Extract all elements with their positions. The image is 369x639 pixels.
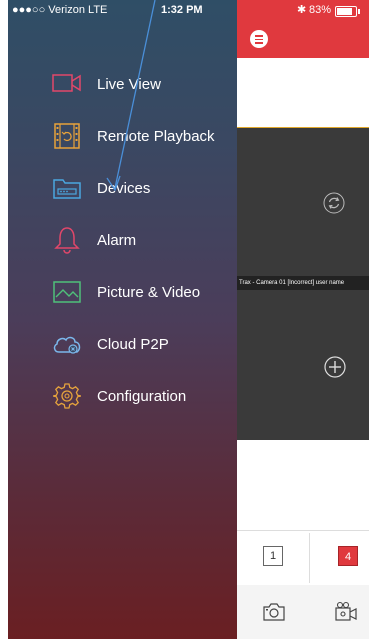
hamburger-line <box>255 42 263 44</box>
add-camera-icon[interactable] <box>324 356 346 383</box>
battery-icon <box>335 6 360 17</box>
battery-fill <box>337 8 352 15</box>
menu-item-remote-playback[interactable]: Remote Playback <box>8 110 237 162</box>
live-view-camera-icon <box>52 70 82 98</box>
single-view-button[interactable]: 1 <box>263 546 283 566</box>
menu-item-label: Picture & Video <box>97 283 201 301</box>
menu-toggle-button[interactable] <box>250 30 268 48</box>
four-view-button[interactable]: 4 <box>338 546 358 566</box>
menu-item-devices[interactable]: Devices <box>8 162 237 214</box>
camera-tile-selected[interactable] <box>237 127 369 278</box>
menu-item-live-view[interactable]: Live View <box>8 58 237 110</box>
menu-item-label: Devices <box>97 179 151 197</box>
battery-percent: 83% <box>309 4 332 16</box>
gear-icon <box>52 382 82 410</box>
clock-label: 1:32 PM <box>161 4 203 16</box>
menu-item-label: Alarm <box>97 231 137 249</box>
record-video-icon[interactable] <box>334 601 358 628</box>
hamburger-line <box>255 38 263 40</box>
menu-item-cloud-p2p[interactable]: Cloud P2P <box>8 318 237 370</box>
menu-item-alarm[interactable]: Alarm <box>8 214 237 266</box>
capture-toolbar <box>237 585 369 639</box>
bluetooth-icon: ✱ <box>297 4 307 16</box>
divider <box>309 533 310 583</box>
camera-caption: Trax - Camera 01 [Incorrect] user name <box>237 276 369 290</box>
refresh-icon[interactable] <box>323 192 345 219</box>
devices-icon <box>52 174 82 202</box>
main-view-peek[interactable]: ✱ 83% Trax - Camera 01 [Incorrect] user … <box>237 0 369 639</box>
playback-icon <box>52 122 82 150</box>
menu-item-label: Remote Playback <box>97 127 215 145</box>
battery-nub <box>358 9 360 14</box>
app-header: ✱ 83% <box>237 0 369 58</box>
menu-item-label: Configuration <box>97 387 187 405</box>
menu-item-configuration[interactable]: Configuration <box>8 370 237 422</box>
status-bar-right: ✱ 83% <box>237 0 369 20</box>
status-bar-left: ●●●○○ Verizon LTE 1:32 PM <box>8 0 237 20</box>
picture-icon <box>52 278 82 306</box>
camera-tile-empty[interactable] <box>237 290 369 440</box>
split-toolbar: 1 4 <box>237 530 369 586</box>
menu-item-picture-video[interactable]: Picture & Video <box>8 266 237 318</box>
hamburger-line <box>255 35 263 37</box>
snapshot-camera-icon[interactable] <box>262 602 286 627</box>
menu-item-label: Cloud P2P <box>97 335 169 353</box>
cloud-icon <box>52 330 82 358</box>
bell-icon <box>52 226 82 254</box>
menu-item-label: Live View <box>97 75 161 93</box>
drawer-menu: Live View Remote Playback Devices Alarm … <box>8 58 237 422</box>
app-screen: ●●●○○ Verizon LTE 1:32 PM Live View Remo… <box>0 0 369 639</box>
carrier-label: ●●●○○ Verizon LTE <box>12 4 108 16</box>
